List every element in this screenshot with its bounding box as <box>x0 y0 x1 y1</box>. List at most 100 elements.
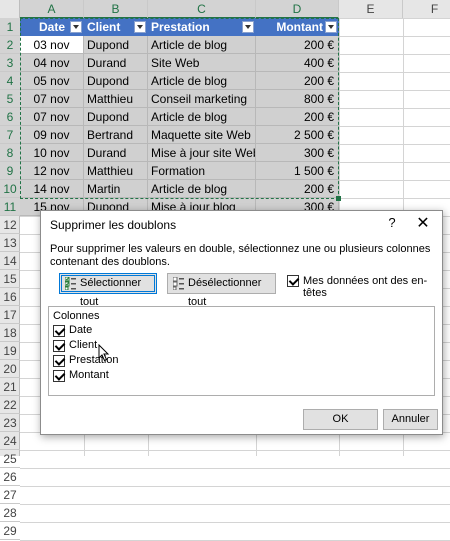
filter-dropdown-icon[interactable] <box>325 21 337 33</box>
filter-dropdown-icon[interactable] <box>134 21 146 33</box>
table-cell[interactable]: Article de blog <box>148 108 256 126</box>
row-header[interactable]: 16 <box>0 288 20 306</box>
table-cell[interactable]: 09 nov <box>20 126 84 144</box>
table-cell[interactable]: 300 € <box>256 144 339 162</box>
row-header[interactable]: 15 <box>0 270 20 288</box>
column-header-e[interactable]: E <box>339 0 403 18</box>
table-cell[interactable]: Dupond <box>84 36 148 54</box>
headers-checkbox[interactable] <box>287 275 300 287</box>
table-cell[interactable]: 200 € <box>256 36 339 54</box>
column-checkbox-label[interactable]: Client <box>69 339 97 351</box>
table-cell[interactable]: 200 € <box>256 180 339 198</box>
fill-handle[interactable] <box>336 196 341 201</box>
ok-button[interactable]: OK <box>303 409 378 430</box>
checkmark-icon <box>54 325 66 336</box>
table-cell[interactable]: Article de blog <box>148 72 256 90</box>
row-header[interactable]: 22 <box>0 396 20 414</box>
table-cell[interactable]: 200 € <box>256 72 339 90</box>
row-header[interactable]: 12 <box>0 216 20 234</box>
row-header[interactable]: 3 <box>0 54 20 72</box>
table-cell[interactable]: Durand <box>84 54 148 72</box>
select-all-button[interactable]: Sélectionner tout <box>59 273 157 308</box>
table-cell[interactable]: 03 nov <box>20 36 84 54</box>
row-header[interactable]: 17 <box>0 306 20 324</box>
table-cell[interactable]: 2 500 € <box>256 126 339 144</box>
row-header[interactable]: 18 <box>0 324 20 342</box>
column-header-row: A B C D E F <box>20 0 450 19</box>
deselect-all-icon <box>173 277 184 290</box>
table-cell[interactable]: Article de blog <box>148 36 256 54</box>
row-header[interactable]: 10 <box>0 180 20 198</box>
row-header[interactable]: 13 <box>0 234 20 252</box>
row-header[interactable]: 6 <box>0 108 20 126</box>
row-header[interactable]: 26 <box>0 468 20 486</box>
column-header-b[interactable]: B <box>84 0 148 19</box>
deselect-all-button[interactable]: Désélectionner tout <box>167 273 276 308</box>
row-header[interactable]: 19 <box>0 342 20 360</box>
row-header[interactable]: 29 <box>0 522 20 540</box>
column-checkbox-label[interactable]: Prestation <box>69 354 119 366</box>
table-cell[interactable]: Matthieu <box>84 90 148 108</box>
table-cell[interactable]: 07 nov <box>20 90 84 108</box>
help-button[interactable]: ? <box>386 215 398 230</box>
row-header[interactable]: 27 <box>0 486 20 504</box>
table-cell[interactable]: 07 nov <box>20 108 84 126</box>
table-cell[interactable]: 10 nov <box>20 144 84 162</box>
row-header[interactable]: 21 <box>0 378 20 396</box>
headers-checkbox-label[interactable]: Mes données ont des en-têtes <box>303 275 442 299</box>
table-cell[interactable]: Martin <box>84 180 148 198</box>
column-checkbox[interactable] <box>53 355 66 367</box>
table-cell[interactable]: 05 nov <box>20 72 84 90</box>
gridline-horizontal <box>20 486 450 487</box>
row-header[interactable]: 8 <box>0 144 20 162</box>
table-cell[interactable]: Maquette site Web <box>148 126 256 144</box>
row-header[interactable]: 23 <box>0 414 20 432</box>
close-button[interactable]: ✕ <box>415 213 431 233</box>
row-header[interactable]: 11 <box>0 198 20 216</box>
mouse-cursor-icon <box>98 344 110 362</box>
row-header[interactable]: 28 <box>0 504 20 522</box>
row-header[interactable]: 14 <box>0 252 20 270</box>
column-checkbox[interactable] <box>53 370 66 382</box>
table-cell[interactable]: 14 nov <box>20 180 84 198</box>
row-header[interactable]: 7 <box>0 126 20 144</box>
table-cell[interactable]: Dupond <box>84 108 148 126</box>
row-header[interactable]: 25 <box>0 450 20 468</box>
table-cell[interactable]: 1 500 € <box>256 162 339 180</box>
row-header[interactable]: 24 <box>0 432 20 450</box>
column-checkbox-label[interactable]: Date <box>69 324 92 336</box>
table-cell[interactable]: Bertrand <box>84 126 148 144</box>
table-cell[interactable]: Site Web <box>148 54 256 72</box>
row-header[interactable]: 2 <box>0 36 20 54</box>
row-header[interactable]: 20 <box>0 360 20 378</box>
column-header-a[interactable]: A <box>20 0 84 19</box>
table-header-cell[interactable]: Prestation <box>148 18 256 36</box>
row-header[interactable]: 4 <box>0 72 20 90</box>
table-cell[interactable]: 04 nov <box>20 54 84 72</box>
filter-dropdown-icon[interactable] <box>242 21 254 33</box>
column-checkbox-label[interactable]: Montant <box>69 369 109 381</box>
table-cell[interactable]: Conseil marketing <box>148 90 256 108</box>
table-cell[interactable]: Dupond <box>84 72 148 90</box>
select-all-corner[interactable] <box>0 0 20 18</box>
table-cell[interactable]: 200 € <box>256 108 339 126</box>
row-header[interactable]: 1 <box>0 18 20 36</box>
table-cell[interactable]: Matthieu <box>84 162 148 180</box>
column-header-c[interactable]: C <box>148 0 256 19</box>
row-header-column: 1 2 3 4 5 6 7 8 9 10 11 12 13 14 15 16 17 18 19 20 21 22 23 24 2… <box>0 18 20 540</box>
cancel-button[interactable]: Annuler <box>383 409 438 430</box>
row-header[interactable]: 5 <box>0 90 20 108</box>
filter-dropdown-icon[interactable] <box>70 21 82 33</box>
table-cell[interactable]: 12 nov <box>20 162 84 180</box>
column-header-d[interactable]: D <box>256 0 339 19</box>
table-cell[interactable]: Mise à jour site Web <box>148 144 256 162</box>
table-cell[interactable]: 800 € <box>256 90 339 108</box>
table-cell[interactable]: Formation <box>148 162 256 180</box>
column-checkbox[interactable] <box>53 340 66 352</box>
column-checkbox[interactable] <box>53 325 66 337</box>
table-cell[interactable]: 400 € <box>256 54 339 72</box>
table-cell[interactable]: Article de blog <box>148 180 256 198</box>
column-header-f[interactable]: F <box>403 0 450 18</box>
row-header[interactable]: 9 <box>0 162 20 180</box>
table-cell[interactable]: Durand <box>84 144 148 162</box>
